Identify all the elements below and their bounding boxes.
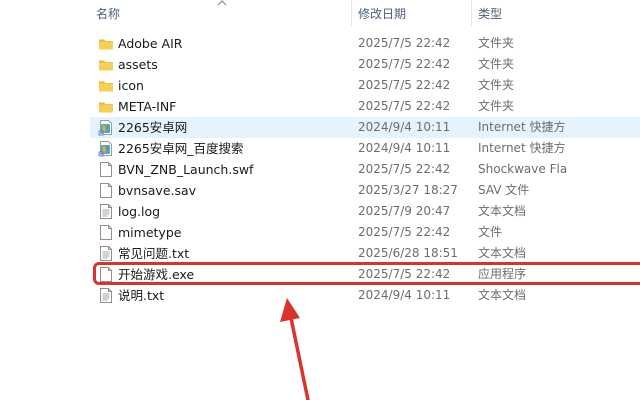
file-modified-date: 2025/7/5 22:42 (358, 225, 451, 239)
file-modified-date: 2025/7/5 22:42 (358, 78, 451, 92)
folder-icon (98, 35, 114, 52)
file-name: 说明.txt (118, 288, 165, 303)
column-divider[interactable] (471, 0, 472, 26)
folder-icon (98, 77, 114, 94)
file-type: 文件 (478, 225, 503, 239)
file-name: 2265安卓网 (118, 120, 188, 135)
text-file-icon (98, 287, 114, 304)
file-name: log.log (118, 204, 161, 219)
file-type: Shockwave Fla (478, 162, 568, 176)
file-modified-date: 2025/7/5 22:42 (358, 57, 451, 71)
file-row[interactable]: BVN_ZNB_Launch.swf 2025/7/5 22:42 Shockwav… (90, 159, 640, 180)
folder-icon (98, 98, 114, 115)
file-name: BVN_ZNB_Launch.swf (118, 162, 254, 177)
file-name: assets (118, 57, 158, 72)
file-icon (98, 161, 114, 178)
file-name: icon (118, 78, 144, 93)
file-row[interactable]: Adobe AIR 2025/7/5 22:42 文件夹 (90, 33, 640, 54)
internet-shortcut-icon (98, 140, 114, 157)
column-divider[interactable] (351, 0, 352, 26)
file-type: 文本文档 (478, 246, 527, 260)
folder-icon (98, 56, 114, 73)
file-modified-date: 2024/9/4 10:11 (358, 141, 451, 155)
column-header-type[interactable]: 类型 (478, 6, 502, 22)
file-row[interactable]: assets 2025/7/5 22:42 文件夹 (90, 54, 640, 75)
file-modified-date: 2025/7/9 20:47 (358, 204, 451, 218)
file-name: Adobe AIR (118, 36, 183, 51)
file-modified-date: 2025/3/27 18:27 (358, 183, 458, 197)
file-name: 2265安卓网_百度搜索 (118, 141, 244, 156)
text-file-icon (98, 245, 114, 262)
annotation-highlight-box (93, 262, 640, 285)
file-type: Internet 快捷方 (478, 120, 566, 134)
file-row[interactable]: log.log 2025/7/9 20:47 文本文档 (90, 201, 640, 222)
file-icon (98, 224, 114, 241)
file-name: META-INF (118, 99, 177, 114)
file-modified-date: 2024/9/4 10:11 (358, 288, 451, 302)
file-type: 文件夹 (478, 99, 515, 113)
column-header-date[interactable]: 修改日期 (358, 6, 406, 22)
sort-ascending-icon (217, 0, 227, 6)
file-row[interactable]: mimetype 2025/7/5 22:42 文件 (90, 222, 640, 243)
file-type: 文件夹 (478, 78, 515, 92)
file-row[interactable]: 2265安卓网 2024/9/4 10:11 Internet 快捷方 (90, 117, 640, 138)
file-type: Internet 快捷方 (478, 141, 566, 155)
column-header-bar: 名称 修改日期 类型 (0, 0, 640, 28)
file-row[interactable]: META-INF 2025/7/5 22:42 文件夹 (90, 96, 640, 117)
file-row[interactable]: 2265安卓网_百度搜索 2024/9/4 10:11 Internet 快捷方 (90, 138, 640, 159)
internet-shortcut-icon (98, 119, 114, 136)
text-file-icon (98, 203, 114, 220)
file-type: 文件夹 (478, 57, 515, 71)
file-modified-date: 2024/9/4 10:11 (358, 120, 451, 134)
file-name: bvnsave.sav (118, 183, 197, 198)
file-type: SAV 文件 (478, 183, 530, 197)
file-name: 常见问题.txt (118, 246, 190, 261)
file-name: mimetype (118, 225, 182, 240)
file-type: 文本文档 (478, 204, 527, 218)
file-modified-date: 2025/7/5 22:42 (358, 36, 451, 50)
file-row[interactable]: bvnsave.sav 2025/3/27 18:27 SAV 文件 (90, 180, 640, 201)
file-modified-date: 2025/6/28 18:51 (358, 246, 458, 260)
file-modified-date: 2025/7/5 22:42 (358, 162, 451, 176)
file-modified-date: 2025/7/5 22:42 (358, 99, 451, 113)
file-row[interactable]: 常见问题.txt 2025/6/28 18:51 文本文档 (90, 243, 640, 264)
file-icon (98, 182, 114, 199)
file-row[interactable]: 说明.txt 2024/9/4 10:11 文本文档 (90, 285, 640, 306)
file-type: 文件夹 (478, 36, 515, 50)
file-explorer-window: 名称 修改日期 类型 Adobe AIR 2025/7/5 22:42 文件夹 ass… (0, 0, 640, 400)
file-type: 文本文档 (478, 288, 527, 302)
column-header-name[interactable]: 名称 (96, 6, 120, 22)
file-row[interactable]: icon 2025/7/5 22:42 文件夹 (90, 75, 640, 96)
